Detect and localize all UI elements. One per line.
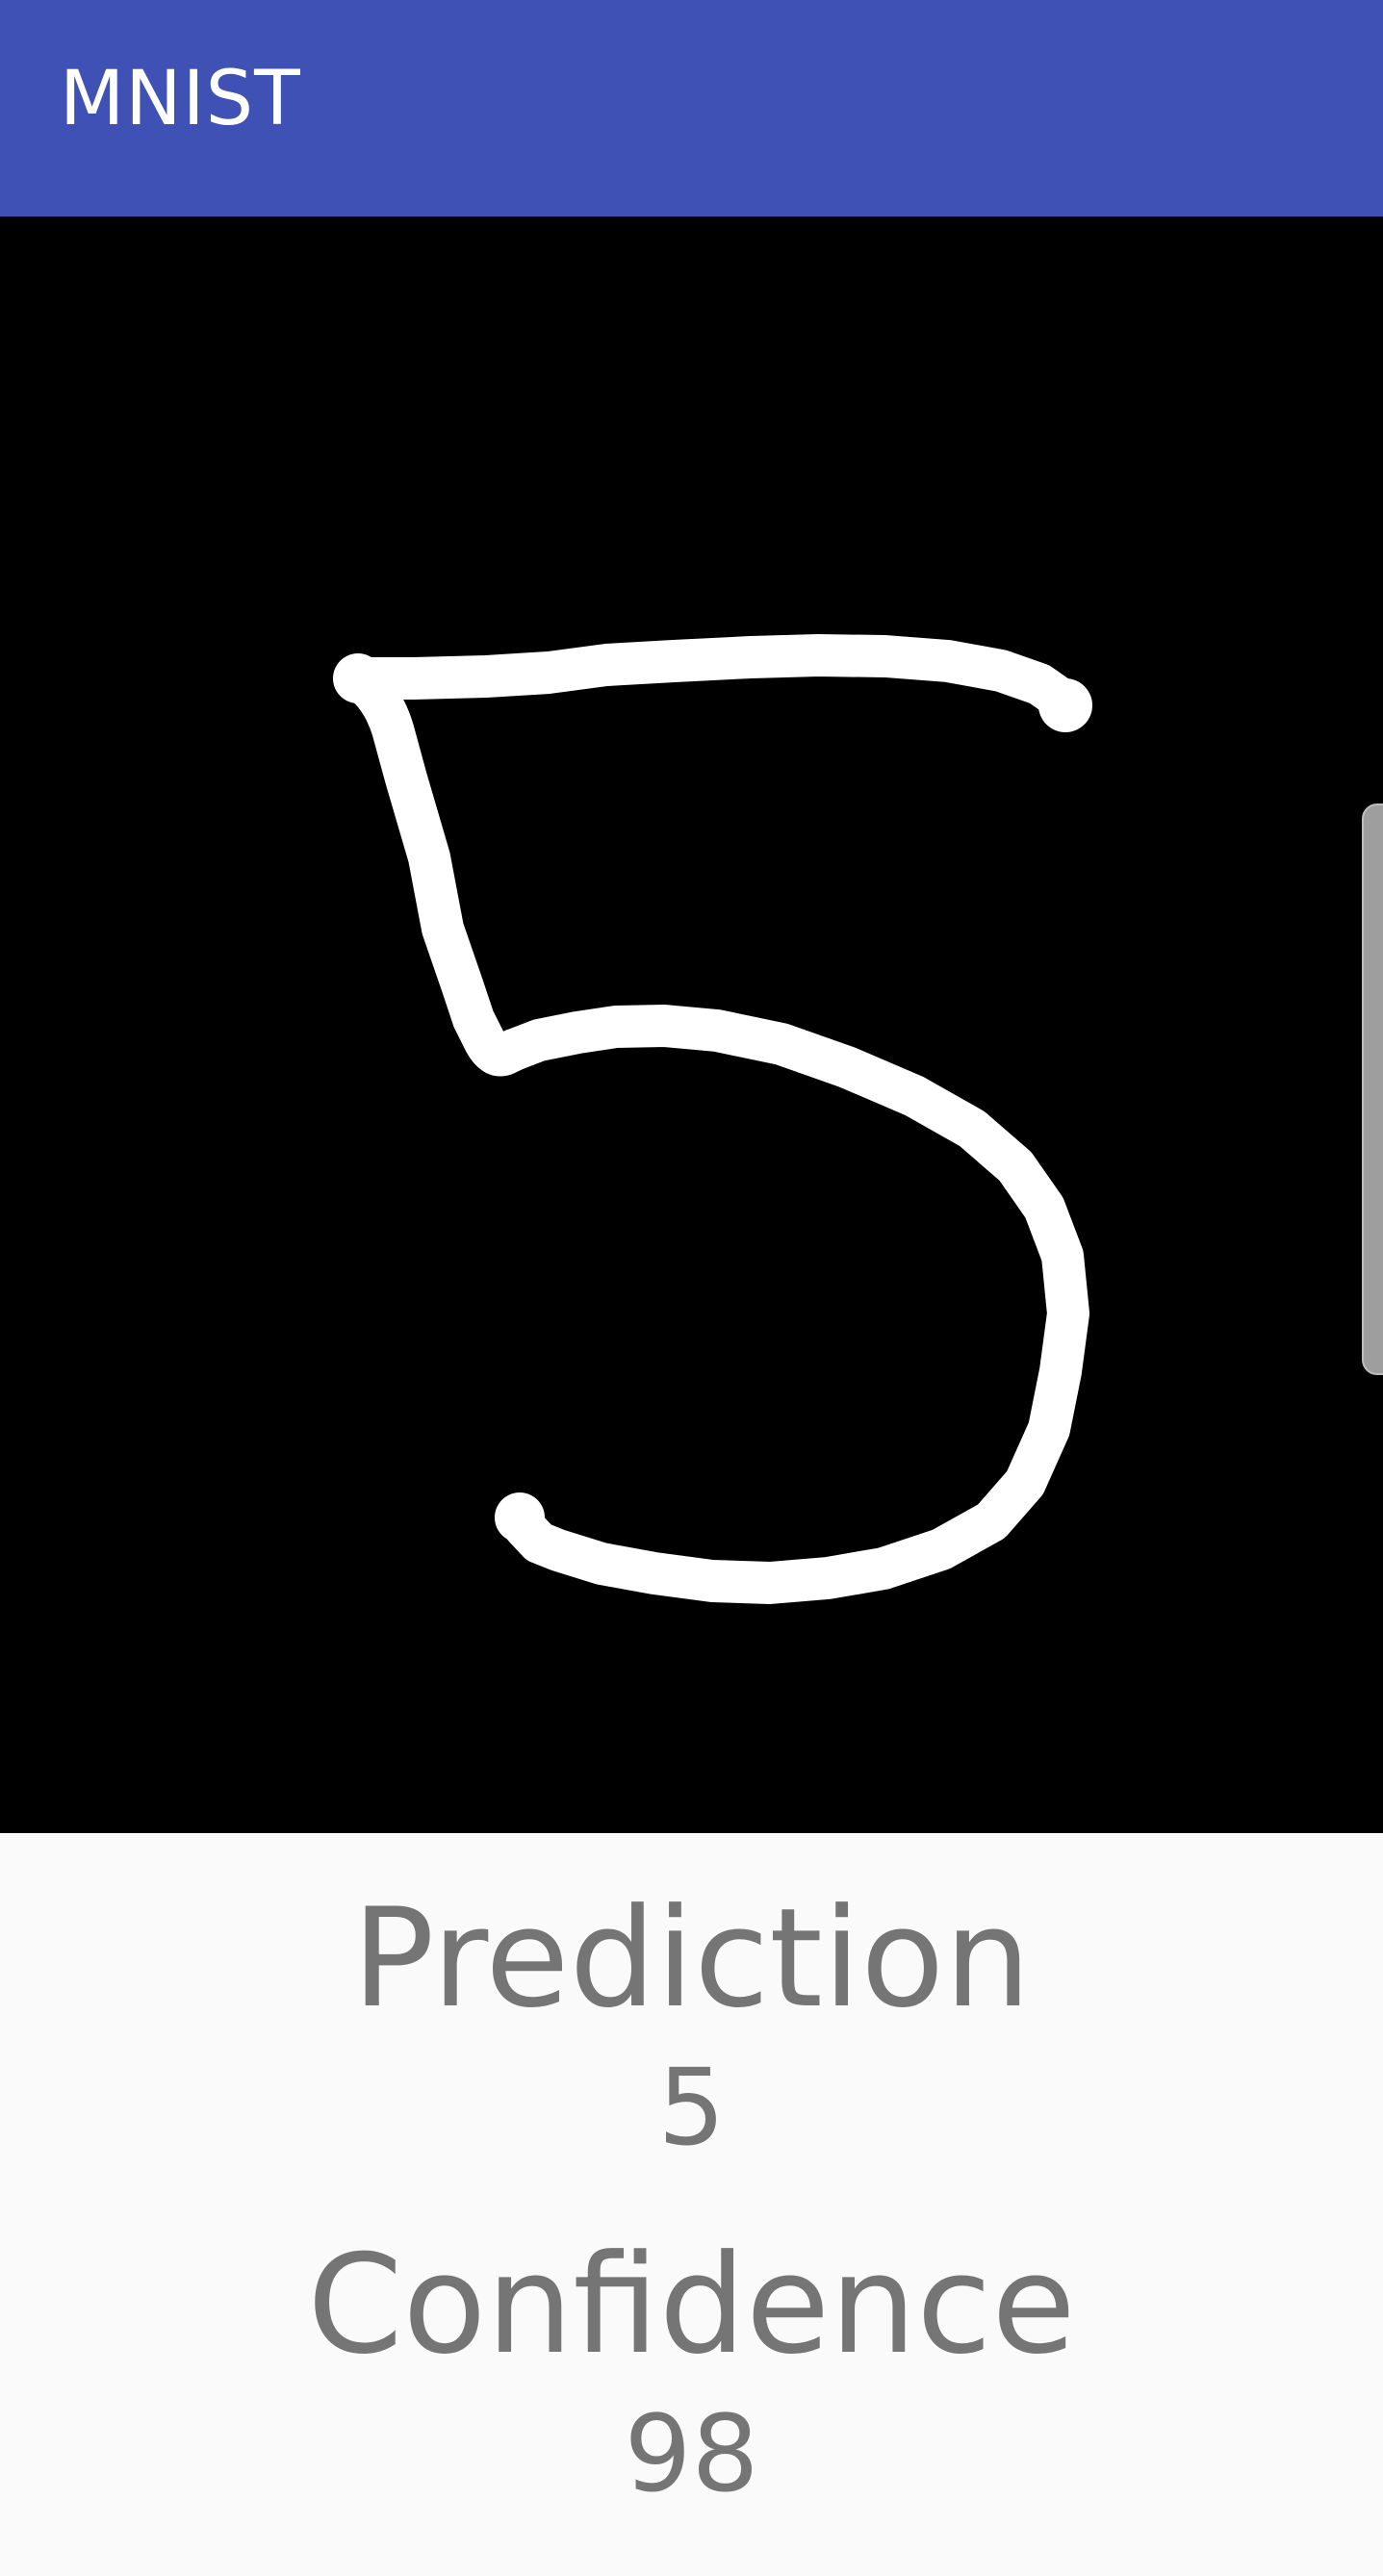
app-title: MNIST — [60, 56, 301, 142]
handwritten-digit-stroke — [333, 634, 1092, 1604]
confidence-value: 98 — [624, 2392, 759, 2515]
prediction-label: Prediction — [351, 1879, 1032, 2038]
drawing-canvas[interactable] — [0, 217, 1383, 1833]
edge-scroll-handle[interactable] — [1362, 803, 1383, 1375]
confidence-label: Confidence — [307, 2226, 1076, 2385]
prediction-value: 5 — [657, 2046, 726, 2169]
results-panel: Prediction 5 Confidence 98 — [0, 1833, 1383, 2576]
app-bar: MNIST — [0, 0, 1383, 217]
